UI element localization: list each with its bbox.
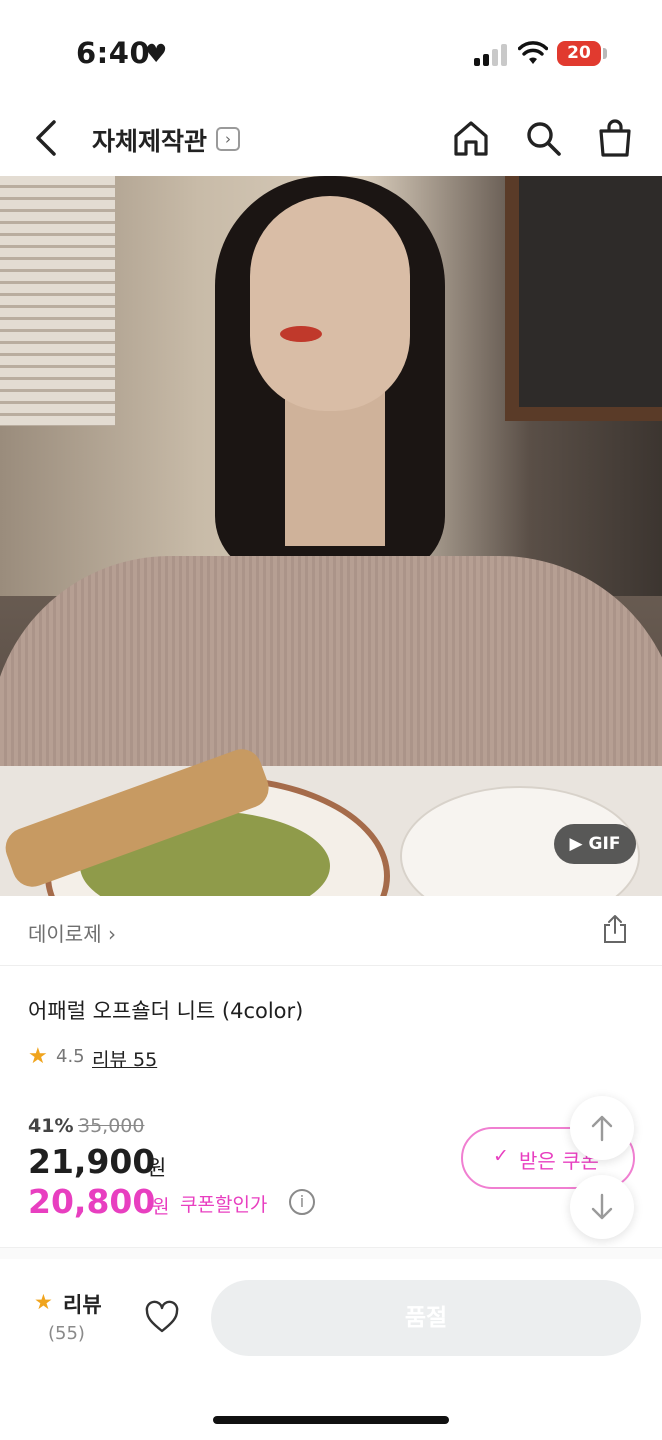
- review-tab-count[interactable]: (55): [48, 1323, 85, 1344]
- sold-out-button[interactable]: 품절: [211, 1280, 641, 1356]
- status-time: 6:40: [76, 36, 151, 70]
- rating-score: 4.5: [56, 1046, 85, 1067]
- sale-price-unit: 원: [147, 1156, 167, 1180]
- seller-link[interactable]: 데이로제 ›: [28, 918, 116, 947]
- coupon-price-label: 쿠폰할인가: [180, 1194, 268, 1216]
- arrow-down-icon: [591, 1193, 613, 1220]
- battery-cap: [603, 48, 607, 59]
- back-arrow-icon[interactable]: [26, 116, 66, 160]
- cellular-signal-icon: [474, 44, 508, 66]
- sale-price: 21,900: [28, 1142, 156, 1181]
- discount-rate: 41%: [28, 1115, 74, 1137]
- heart-status-icon: ♥: [145, 39, 168, 68]
- arrow-up-icon: [591, 1115, 613, 1142]
- home-icon[interactable]: [451, 118, 491, 158]
- product-title: 어패럴 오프숄더 니트 (4color): [28, 999, 304, 1023]
- image-blinds: [0, 176, 115, 426]
- store-name[interactable]: 자체제작관: [92, 122, 207, 158]
- shopping-bag-icon[interactable]: [595, 118, 635, 158]
- scroll-up-button[interactable]: [570, 1096, 634, 1160]
- original-price: 35,000: [78, 1115, 145, 1137]
- top-nav: 자체제작관 ›: [0, 100, 662, 176]
- gif-badge[interactable]: ▶ GIF: [554, 824, 636, 864]
- product-page: 6:40 ♥ 20 자체제작관 › ▶ GIF 데이로제 › 어패럴 오프숄더 …: [0, 0, 662, 1440]
- image-face: [250, 196, 410, 411]
- review-tab-label[interactable]: 리뷰: [63, 1289, 102, 1319]
- home-indicator: [213, 1416, 449, 1424]
- share-icon[interactable]: [600, 914, 630, 944]
- wifi-icon: [518, 41, 548, 64]
- info-icon[interactable]: i: [289, 1189, 315, 1215]
- scroll-down-button[interactable]: [570, 1175, 634, 1239]
- image-lips: [280, 326, 322, 342]
- store-chevron-icon[interactable]: ›: [216, 127, 240, 151]
- review-count-link[interactable]: 리뷰 55: [92, 1045, 157, 1072]
- status-bar: 6:40 ♥ 20: [0, 0, 662, 100]
- product-image[interactable]: ▶ GIF: [0, 176, 662, 896]
- star-icon: ★: [28, 1044, 48, 1069]
- bottom-action-bar: ★ 리뷰 (55) 품절: [0, 1260, 662, 1440]
- image-window: [505, 176, 662, 421]
- battery-icon: 20: [557, 41, 601, 66]
- section-divider: [0, 1247, 662, 1259]
- seller-row: 데이로제 ›: [0, 896, 662, 966]
- coupon-price-unit: 원: [152, 1196, 170, 1218]
- check-icon: ✓: [493, 1145, 509, 1167]
- search-icon[interactable]: [523, 118, 563, 158]
- heart-wishlist-icon[interactable]: [144, 1300, 180, 1334]
- coupon-price: 20,800: [28, 1182, 156, 1221]
- review-star-icon[interactable]: ★: [34, 1290, 53, 1314]
